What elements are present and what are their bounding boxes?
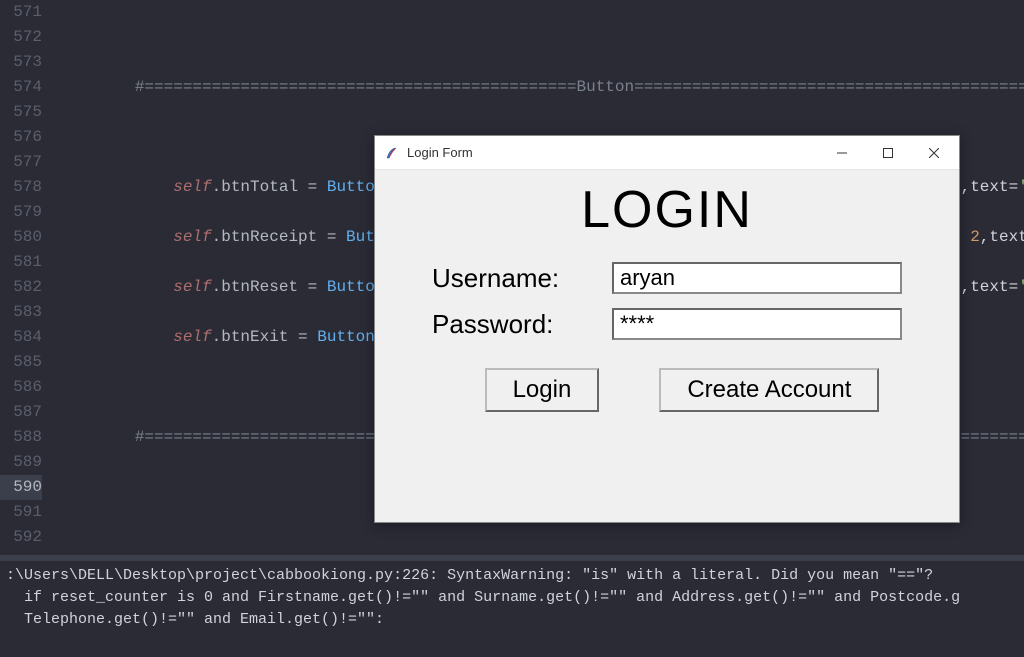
line-number: 574	[0, 75, 42, 100]
line-number: 586	[0, 375, 42, 400]
console-line: :\Users\DELL\Desktop\project\cabbookiong…	[6, 567, 933, 584]
line-number: 571	[0, 0, 42, 25]
window-title: Login Form	[407, 145, 819, 160]
line-number: 575	[0, 100, 42, 125]
password-label: Password:	[432, 309, 612, 340]
line-number: 588	[0, 425, 42, 450]
create-account-button[interactable]: Create Account	[659, 368, 879, 412]
line-number-gutter: 571 572 573 574 575 576 577 578 579 580 …	[0, 0, 52, 555]
username-label: Username:	[432, 263, 612, 294]
line-number: 578	[0, 175, 42, 200]
console-output[interactable]: :\Users\DELL\Desktop\project\cabbookiong…	[0, 561, 1024, 657]
password-input[interactable]	[612, 308, 902, 340]
line-number: 580	[0, 225, 42, 250]
line-number: 592	[0, 525, 42, 550]
line-number: 573	[0, 50, 42, 75]
line-number: 577	[0, 150, 42, 175]
line-number: 593	[0, 550, 42, 555]
login-button[interactable]: Login	[485, 368, 600, 412]
tk-feather-icon	[383, 145, 399, 161]
console-line: if reset_counter is 0 and Firstname.get(…	[6, 589, 960, 606]
password-row: Password:	[432, 308, 902, 340]
minimize-button[interactable]	[819, 138, 865, 168]
line-number: 585	[0, 350, 42, 375]
username-input[interactable]	[612, 262, 902, 294]
console-line: Telephone.get()!="" and Email.get()!="":	[6, 611, 384, 628]
line-number: 587	[0, 400, 42, 425]
login-heading: LOGIN	[581, 180, 753, 240]
button-row: Login Create Account	[455, 368, 880, 412]
maximize-button[interactable]	[865, 138, 911, 168]
line-number: 572	[0, 25, 42, 50]
line-number: 591	[0, 500, 42, 525]
close-button[interactable]	[911, 138, 957, 168]
login-body: LOGIN Username: Password: Login Create A…	[375, 170, 959, 412]
line-number: 581	[0, 250, 42, 275]
line-number: 584	[0, 325, 42, 350]
line-number: 582	[0, 275, 42, 300]
username-row: Username:	[432, 262, 902, 294]
login-window: Login Form LOGIN Username: Password: Log…	[374, 135, 960, 523]
line-number: 576	[0, 125, 42, 150]
line-number: 579	[0, 200, 42, 225]
window-titlebar[interactable]: Login Form	[375, 136, 959, 170]
comment: #=======================================…	[135, 78, 1024, 96]
line-number: 583	[0, 300, 42, 325]
line-number: 589	[0, 450, 42, 475]
line-number: 590	[0, 475, 42, 500]
